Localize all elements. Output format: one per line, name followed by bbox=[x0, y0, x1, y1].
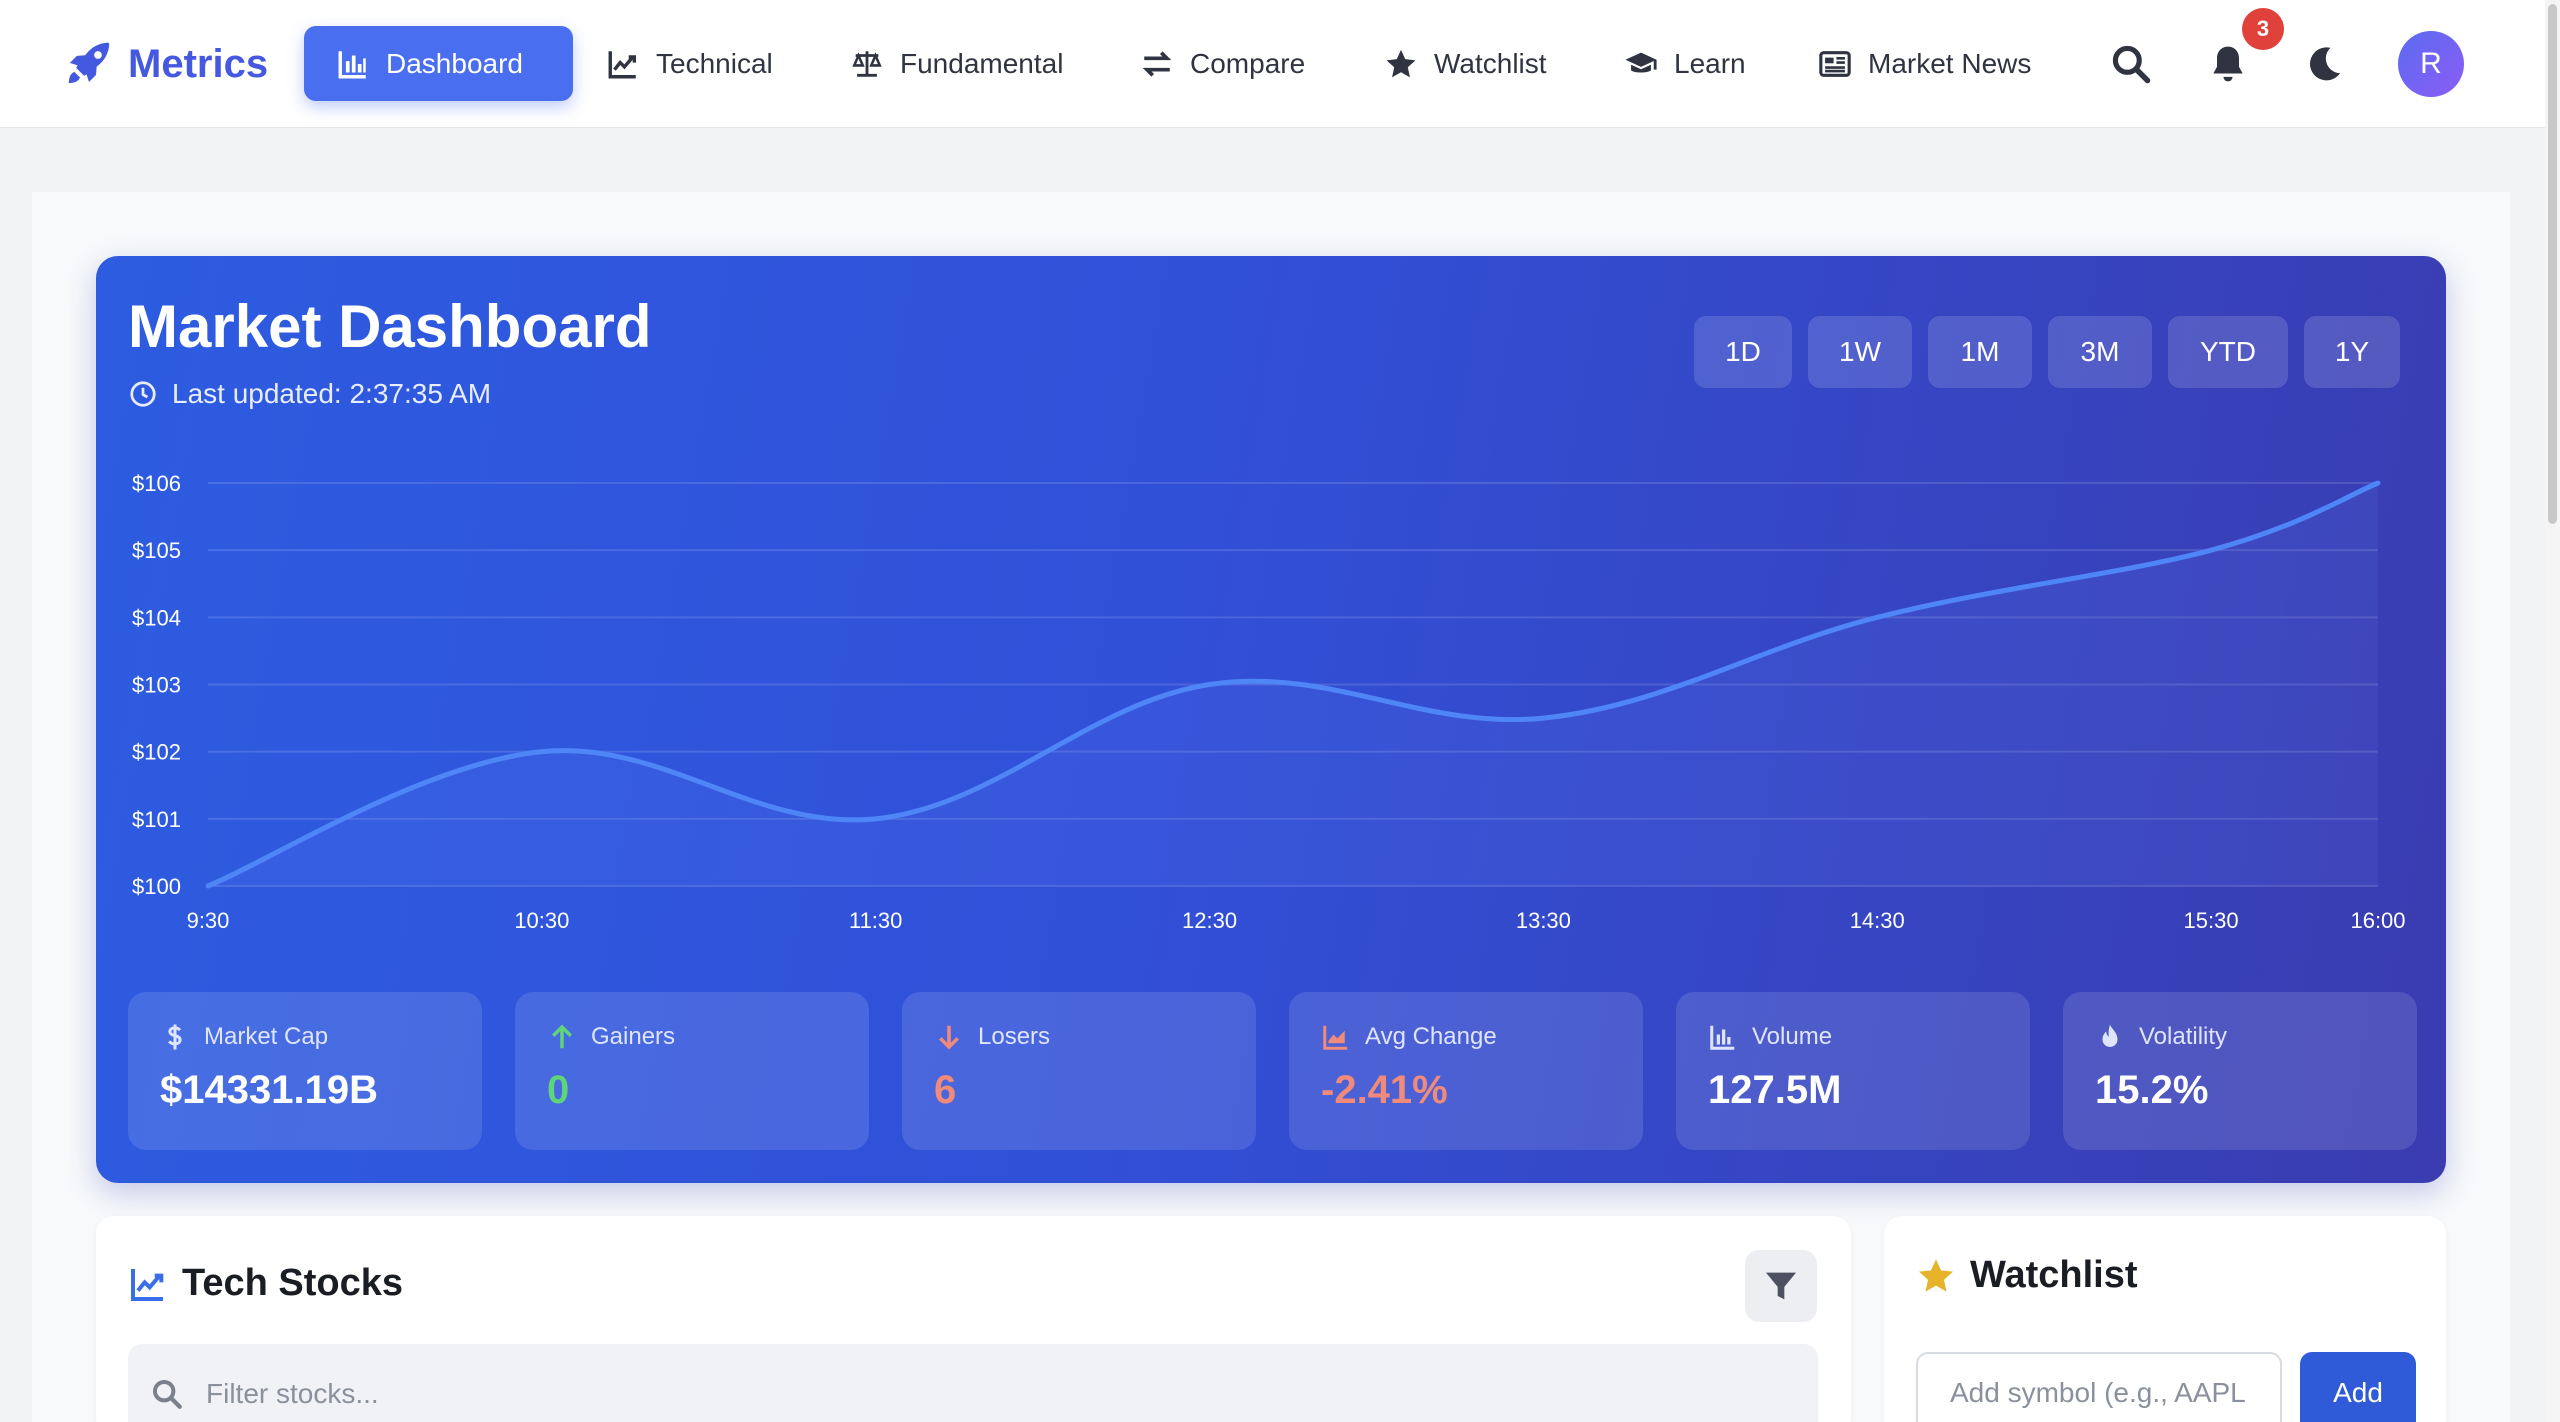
moon-icon bbox=[2309, 47, 2341, 81]
stat-card-losers: Losers 6 bbox=[902, 992, 1256, 1150]
y-tick-label: $106 bbox=[132, 471, 181, 496]
x-tick-label: 11:30 bbox=[849, 908, 902, 933]
y-tick-label: $101 bbox=[132, 807, 181, 832]
tech-stocks-panel: Tech Stocks bbox=[96, 1216, 1851, 1422]
stat-value-losers: 6 bbox=[934, 1068, 957, 1112]
nav-watchlist[interactable]: Watchlist bbox=[1352, 26, 1579, 101]
brand-logo[interactable]: Metrics bbox=[62, 34, 268, 94]
nav-label: Compare bbox=[1190, 47, 1306, 79]
search-icon bbox=[2112, 45, 2151, 84]
x-tick-label: 9:30 bbox=[187, 908, 230, 933]
scrollbar-thumb[interactable] bbox=[2548, 4, 2557, 524]
nav-label: Market News bbox=[1868, 47, 2032, 79]
y-tick-label: $104 bbox=[132, 605, 181, 630]
nav-technical[interactable]: Technical bbox=[574, 26, 805, 101]
rocket-icon bbox=[68, 42, 110, 84]
y-tick-label: $102 bbox=[132, 740, 181, 765]
newspaper-icon bbox=[1819, 50, 1851, 77]
watchlist-panel: Watchlist Add bbox=[1884, 1216, 2446, 1422]
fire-icon bbox=[2102, 1024, 2118, 1047]
area-chart-icon bbox=[1323, 1025, 1348, 1050]
y-tick-label: $100 bbox=[132, 874, 181, 899]
nav-label: Technical bbox=[656, 47, 773, 79]
stock-filter-box bbox=[128, 1344, 1818, 1422]
notification-badge: 3 bbox=[2242, 8, 2284, 50]
add-symbol-input[interactable] bbox=[1916, 1352, 2282, 1422]
stat-card-gainers: Gainers 0 bbox=[515, 992, 869, 1150]
stat-value-market-cap: $14331.19B bbox=[160, 1068, 378, 1112]
y-tick-label: $105 bbox=[132, 538, 181, 563]
arrow-down-icon bbox=[939, 1025, 959, 1050]
star-icon bbox=[1919, 1258, 1953, 1292]
x-tick-label: 14:30 bbox=[1850, 908, 1905, 933]
stat-value-avg-change: -2.41% bbox=[1321, 1068, 1448, 1112]
stat-label-volatility: Volatility bbox=[2095, 1022, 2227, 1052]
market-dashboard-card: Market Dashboard Last updated: 2:37:35 A… bbox=[96, 256, 2446, 1183]
bar-chart-icon bbox=[338, 50, 366, 78]
nav-label: Dashboard bbox=[386, 47, 523, 79]
notifications-button[interactable] bbox=[2200, 36, 2256, 92]
line-chart-icon bbox=[131, 1268, 164, 1301]
x-tick-label: 12:30 bbox=[1182, 908, 1237, 933]
stat-label-losers: Losers bbox=[934, 1022, 1050, 1052]
nav-fundamental[interactable]: Fundamental bbox=[818, 26, 1095, 101]
nav-label: Learn bbox=[1674, 47, 1746, 79]
stat-label-volume: Volume bbox=[1708, 1022, 1832, 1052]
stat-card-market-cap: Market Cap $14331.19B bbox=[128, 992, 482, 1150]
avatar[interactable]: R bbox=[2398, 31, 2464, 97]
search-icon bbox=[152, 1379, 182, 1409]
stock-filter-input[interactable] bbox=[206, 1378, 1706, 1410]
stat-label-avg-change: Avg Change bbox=[1321, 1022, 1497, 1052]
stat-label-text: Volume bbox=[1752, 1023, 1833, 1050]
filter-button[interactable] bbox=[1745, 1250, 1817, 1322]
stat-label-gainers: Gainers bbox=[547, 1022, 675, 1052]
watchlist-title: Watchlist bbox=[1970, 1254, 2138, 1296]
add-symbol-button[interactable]: Add bbox=[2300, 1352, 2416, 1422]
arrow-up-icon bbox=[552, 1024, 572, 1049]
stat-value-volatility: 15.2% bbox=[2095, 1068, 2209, 1112]
stat-card-volatility: Volatility 15.2% bbox=[2063, 992, 2417, 1150]
stat-label-market-cap: Market Cap bbox=[160, 1022, 328, 1052]
dollar-icon bbox=[167, 1024, 182, 1050]
nav-label: Watchlist bbox=[1434, 47, 1547, 79]
top-navbar: Metrics Dashboard Technical Fundamental … bbox=[0, 0, 2545, 128]
price-line-chart: $106 $105 $104 $103 $102 $101 $1009:30 10:30 11:… bbox=[132, 471, 2406, 933]
nav-compare[interactable]: Compare bbox=[1108, 26, 1337, 101]
x-tick-label: 16:00 bbox=[2350, 908, 2405, 933]
tech-stocks-title: Tech Stocks bbox=[182, 1262, 404, 1304]
stat-value-volume: 127.5M bbox=[1708, 1068, 1842, 1112]
x-tick-label: 10:30 bbox=[514, 908, 569, 933]
nav-dashboard[interactable]: Dashboard bbox=[304, 26, 573, 101]
stat-value-gainers: 0 bbox=[547, 1068, 570, 1112]
search-button[interactable] bbox=[2103, 36, 2159, 92]
dark-mode-toggle[interactable] bbox=[2296, 36, 2352, 92]
brand-name: Metrics bbox=[128, 41, 269, 86]
stat-label-text: Market Cap bbox=[204, 1023, 329, 1050]
graduation-cap-icon bbox=[1625, 52, 1657, 72]
watchlist-header: Watchlist bbox=[1916, 1254, 2138, 1297]
stat-label-text: Avg Change bbox=[1365, 1023, 1497, 1050]
y-tick-label: $103 bbox=[132, 673, 181, 698]
tech-stocks-header: Tech Stocks bbox=[128, 1262, 403, 1305]
filter-icon bbox=[1766, 1272, 1796, 1300]
exchange-icon bbox=[1142, 50, 1172, 77]
star-icon bbox=[1386, 49, 1416, 77]
stat-label-text: Gainers bbox=[591, 1023, 676, 1050]
balance-scale-icon bbox=[852, 50, 882, 77]
x-tick-label: 15:30 bbox=[2184, 908, 2239, 933]
stat-card-volume: Volume 127.5M bbox=[1676, 992, 2030, 1150]
bar-chart-icon bbox=[1710, 1025, 1735, 1050]
stat-label-text: Losers bbox=[978, 1023, 1051, 1050]
bell-icon bbox=[2213, 46, 2243, 82]
x-tick-label: 13:30 bbox=[1516, 908, 1571, 933]
line-chart-icon bbox=[608, 50, 637, 78]
nav-label: Fundamental bbox=[900, 47, 1064, 79]
nav-learn[interactable]: Learn bbox=[1592, 26, 1778, 101]
nav-market-news[interactable]: Market News bbox=[1786, 26, 2063, 101]
stat-card-avg-change: Avg Change -2.41% bbox=[1289, 992, 1643, 1150]
stat-label-text: Volatility bbox=[2139, 1023, 2228, 1050]
